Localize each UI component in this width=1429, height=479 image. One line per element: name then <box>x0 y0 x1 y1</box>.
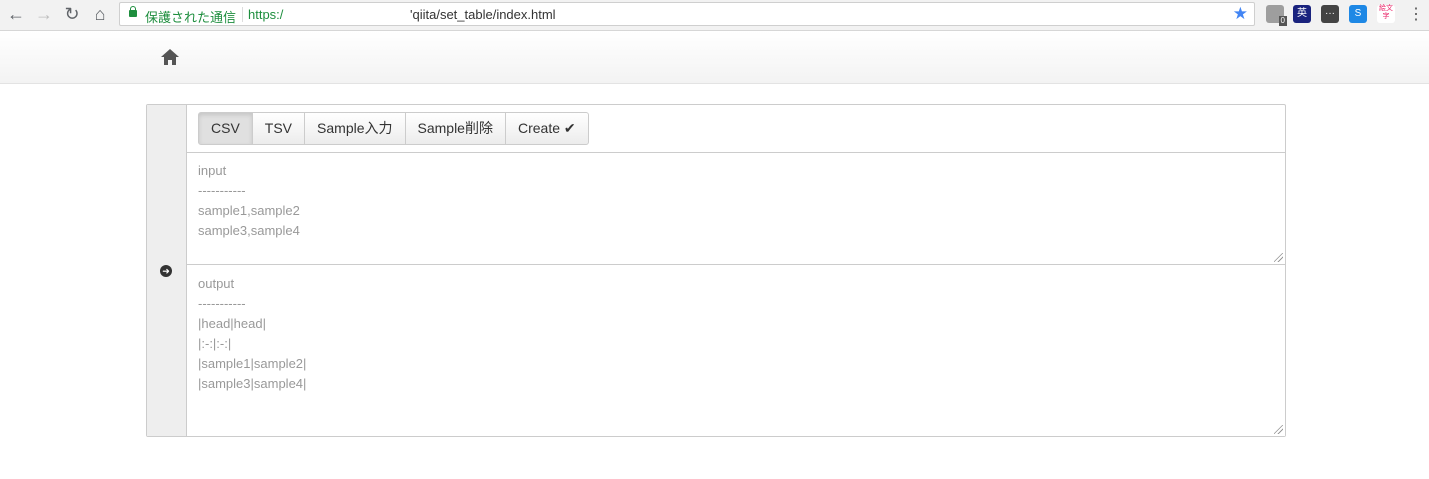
tsv-button[interactable]: TSV <box>251 112 306 145</box>
output-line: |sample3|sample4| <box>198 376 307 391</box>
extension-puzzle-icon[interactable]: 0 <box>1266 5 1287 26</box>
output-line: |:-:|:-:| <box>198 336 232 351</box>
input-line: sample1,sample2 <box>198 203 300 218</box>
output-line: output <box>198 276 235 291</box>
button-toolbar: CSV TSV Sample入力 Sample削除 Create ✔ <box>187 105 1285 153</box>
resize-handle[interactable] <box>1274 425 1283 434</box>
dictionary-extension-icon[interactable]: 英 <box>1293 5 1311 23</box>
output-line: ----------- <box>198 296 246 311</box>
app-navbar <box>0 31 1429 84</box>
browser-toolbar: ← → ↻ ⌂ 保護された通信 https:/ 'qiita/set_table… <box>0 0 1429 31</box>
url-scheme: https:/ <box>248 7 284 22</box>
button-group: CSV TSV Sample入力 Sample削除 Create ✔ <box>198 112 589 145</box>
output-line: |head|head| <box>198 316 266 331</box>
input-textarea[interactable]: input ----------- sample1,sample2 sample… <box>187 153 1285 265</box>
lock-icon <box>129 6 137 17</box>
converter-panel: ➜ CSV TSV Sample入力 Sample削除 Create ✔ inp… <box>146 104 1286 437</box>
browser-home-icon[interactable]: ⌂ <box>89 3 111 25</box>
emoji-extension-icon[interactable]: 絵文字 <box>1377 5 1395 23</box>
more-extension-icon[interactable]: ··· <box>1321 5 1339 23</box>
secure-label: 保護された通信 <box>145 10 237 25</box>
extension-badge: 0 <box>1278 16 1287 26</box>
reload-icon[interactable]: ↻ <box>61 3 83 25</box>
url-path: 'qiita/set_table/index.html <box>410 7 556 22</box>
address-bar[interactable]: 保護された通信 https:/ 'qiita/set_table/index.h… <box>119 2 1255 26</box>
divider <box>242 7 243 22</box>
sample-input-button[interactable]: Sample入力 <box>304 112 406 145</box>
bookmark-star-icon[interactable]: ★ <box>1233 4 1248 24</box>
input-line: input <box>198 163 227 178</box>
output-line: |sample1|sample2| <box>198 356 307 371</box>
input-line: ----------- <box>198 183 246 198</box>
home-icon[interactable] <box>160 48 180 66</box>
s-extension-icon[interactable]: S <box>1349 5 1367 23</box>
side-column: ➜ <box>147 105 187 436</box>
forward-icon[interactable]: → <box>33 3 55 25</box>
sample-delete-button[interactable]: Sample削除 <box>404 112 506 145</box>
browser-menu-icon[interactable]: ⋮ <box>1408 4 1424 24</box>
output-textarea[interactable]: output ----------- |head|head| |:-:|:-:|… <box>187 266 1285 436</box>
back-icon[interactable]: ← <box>5 3 27 25</box>
input-line: sample3,sample4 <box>198 223 300 238</box>
resize-handle[interactable] <box>1274 253 1283 262</box>
create-button[interactable]: Create ✔ <box>504 112 589 145</box>
csv-button[interactable]: CSV <box>198 112 253 145</box>
arrow-right-circle-icon: ➜ <box>160 265 172 277</box>
